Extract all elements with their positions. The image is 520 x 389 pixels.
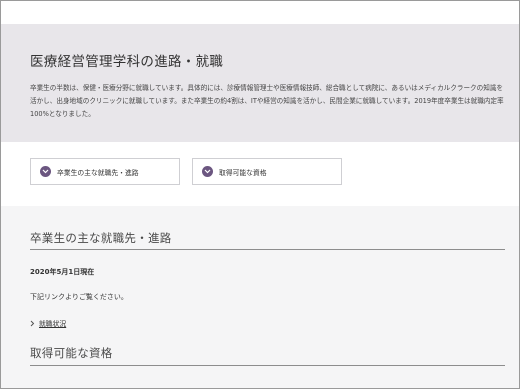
employment-status-link-label: 就職状況 xyxy=(39,320,67,328)
careers-anchor-label: 卒業生の主な就職先・進路 xyxy=(57,168,139,177)
hero-section: 医療経営管理学科の進路・就職 卒業生の半数は、保健・医療分野に就職しています。具… xyxy=(1,24,519,142)
qualifications-anchor-label: 取得可能な資格 xyxy=(219,168,267,177)
careers-anchor-button[interactable]: 卒業生の主な就職先・進路 xyxy=(30,158,180,185)
chevron-right-icon xyxy=(30,320,35,326)
page: 医療経営管理学科の進路・就職 卒業生の半数は、保健・医療分野に就職しています。具… xyxy=(0,0,520,389)
section-divider xyxy=(30,249,505,250)
chevron-down-icon xyxy=(40,166,51,177)
careers-section-title: 卒業生の主な就職先・進路 xyxy=(30,231,172,245)
section-divider xyxy=(30,365,505,366)
page-title: 医療経営管理学科の進路・就職 xyxy=(30,54,224,70)
chevron-down-icon xyxy=(202,166,213,177)
as-of-date: 2020年5月1日現在 xyxy=(30,268,95,276)
employment-status-link[interactable]: 就職状況 xyxy=(30,318,66,328)
qualifications-anchor-button[interactable]: 取得可能な資格 xyxy=(192,158,342,185)
hero-description: 卒業生の半数は、保健・医療分野に就職しています。具体的には、診療情報管理士や医療… xyxy=(30,84,504,118)
link-note: 下記リンクよりご覧ください。 xyxy=(30,293,128,301)
qualifications-section-title: 取得可能な資格 xyxy=(30,346,113,360)
